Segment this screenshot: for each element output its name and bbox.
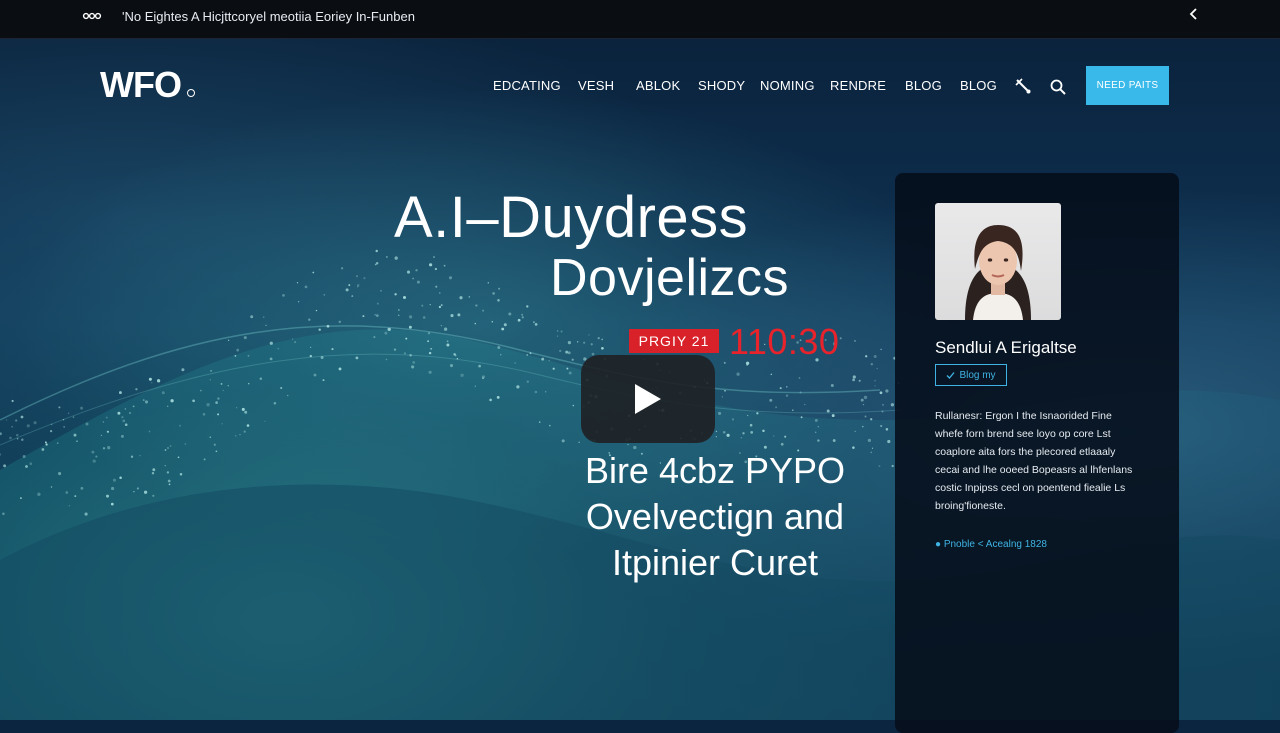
bio-line: whefe forn brend see loyo op core Lst [935, 428, 1111, 440]
nav-item-4[interactable]: SHODY [698, 78, 745, 93]
nav-item-blog-2[interactable]: BLOG [960, 78, 997, 93]
nav-item-6[interactable]: RENDRE [830, 78, 886, 93]
bio-line: coaplore aita fors the plecored etlaaaly [935, 446, 1116, 458]
bio-line: costic Inpipss cecl on poentend fiealie … [935, 482, 1126, 494]
chevron-left-icon[interactable] [1186, 6, 1202, 22]
date-badge: PRGIY 21 [629, 329, 719, 353]
nav-item-2[interactable]: VESH [578, 78, 614, 93]
nav-item-blog-1[interactable]: BLOG [905, 78, 942, 93]
hero-subtitle-line-1: Bire 4cbz PYPO [584, 450, 846, 491]
post-meta[interactable]: ● Pnoble < Acealng 1828 [935, 539, 1047, 550]
bio-line: cecai and lhe ooeed Bopeasrs al lhfenlan… [935, 464, 1133, 476]
check-icon [946, 371, 955, 379]
hero-title-line-1: A.I–Duydress [394, 185, 749, 250]
author-card: Sendlui A Erigaltse Blog my Rullanesr: E… [895, 173, 1179, 733]
nav-item-5[interactable]: NOMING [760, 78, 815, 93]
time-label: 110:30 [729, 321, 840, 362]
logo-registered-mark [187, 89, 195, 97]
bio-line: Rullanesr: Ergon I the Isnaorided Fine [935, 410, 1112, 422]
blog-tag-label: Blog my [959, 369, 996, 381]
bio-line: broing'fioneste. [935, 500, 1006, 512]
author-bio: Rullanesr: Ergon I the Isnaorided Fine w… [935, 407, 1155, 515]
announcement-text: 'No Eightes A Hicjttcoryel meotiia Eorie… [122, 9, 415, 24]
tools-icon[interactable] [1013, 76, 1033, 96]
signal-icon [82, 12, 102, 20]
hero-subtitle-line-3: Itpinier Curet [611, 542, 819, 583]
play-icon [635, 384, 661, 414]
nav-item-1[interactable]: EDCATING [493, 78, 561, 93]
site-logo[interactable]: WFO [100, 64, 182, 106]
video-play-button[interactable] [581, 355, 715, 443]
search-icon[interactable] [1049, 78, 1067, 96]
blog-tag[interactable]: Blog my [935, 364, 1007, 386]
nav-item-3[interactable]: ABLOK [636, 78, 680, 93]
top-announcement-bar: 'No Eightes A Hicjttcoryel meotiia Eorie… [0, 0, 1280, 39]
hero-title-line-2: Dovjelizcs [550, 249, 790, 307]
hero-subtitle-line-2: Ovelvectign and [585, 496, 845, 537]
cta-button[interactable]: NEED PAITS [1086, 66, 1169, 105]
author-avatar [935, 203, 1061, 320]
author-name: Sendlui A Erigaltse [935, 338, 1077, 357]
